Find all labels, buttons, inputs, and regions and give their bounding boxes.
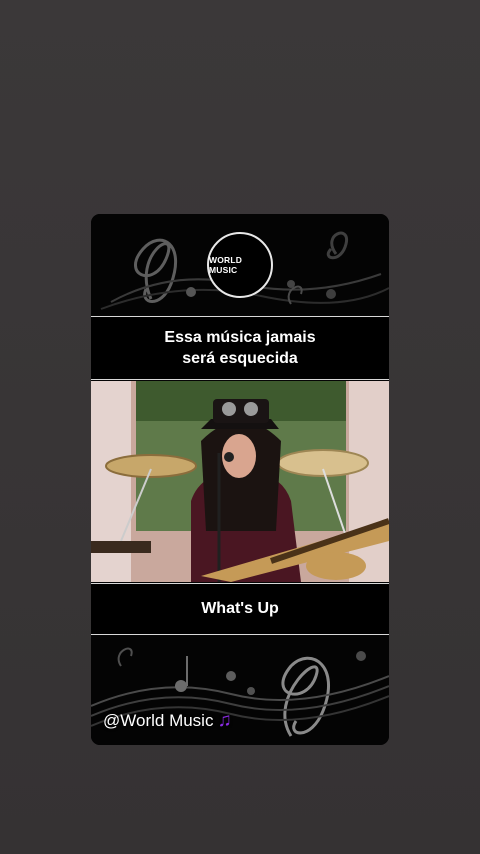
headline-banner: Essa música jamais será esquecida <box>91 316 389 380</box>
song-title-bar: What's Up <box>91 583 389 635</box>
handle-text: @World Music <box>103 711 214 730</box>
song-title: What's Up <box>201 600 279 617</box>
logo-text: WORLD MUSIC <box>209 255 243 275</box>
headline-line-2: será esquecida <box>182 350 298 367</box>
world-music-logo[interactable]: WORLD MUSIC <box>207 232 273 298</box>
music-card: WORLD MUSIC Essa música jamais será esqu… <box>91 214 389 745</box>
musical-notes-icon: ♫ <box>217 710 232 731</box>
story-screen: WORLD MUSIC Essa música jamais será esqu… <box>0 0 480 854</box>
music-video-frame[interactable] <box>91 381 389 582</box>
headline-line-1: Essa música jamais <box>164 329 316 346</box>
account-handle[interactable]: @World Music ♫ <box>103 710 232 732</box>
